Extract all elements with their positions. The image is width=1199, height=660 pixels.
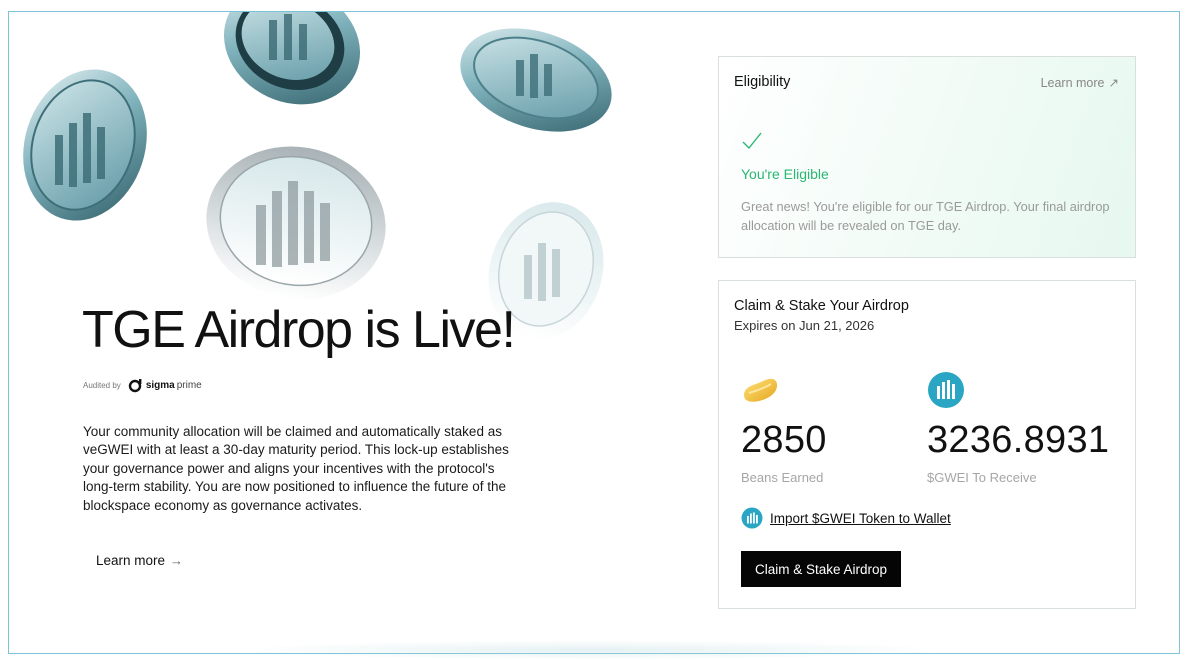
- eligibility-card: Eligibility Learn more ↗ You're Eligible…: [718, 56, 1136, 258]
- coin-graphic: [17, 65, 152, 225]
- gwei-token-icon: [928, 372, 964, 408]
- claim-expiry: Expires on Jun 21, 2026: [734, 318, 875, 333]
- eligibility-description: Great news! You're eligible for our TGE …: [741, 199, 1110, 233]
- arrow-right-icon: →: [170, 553, 184, 568]
- audited-by-label: Audited by: [83, 380, 121, 390]
- page-frame: TGE Airdrop is Live! Audited by sigma pri…: [8, 11, 1180, 654]
- sigma-logo-text-light: prime: [176, 379, 202, 391]
- sigma-logo-text-bold: sigma: [145, 379, 175, 391]
- page-title: TGE Airdrop is Live!: [82, 301, 516, 359]
- gwei-token-icon: [741, 507, 763, 529]
- sigma-prime-logo: sigma prime: [128, 377, 202, 393]
- learn-more-link[interactable]: Learn more →: [96, 553, 183, 568]
- eligibility-learn-more-label: Learn more: [1040, 75, 1105, 90]
- coin-graphic: [454, 26, 619, 136]
- gwei-value: 3236.8931: [927, 419, 1110, 461]
- claim-stake-button[interactable]: Claim & Stake Airdrop: [741, 551, 902, 587]
- learn-more-label: Learn more: [96, 553, 166, 568]
- beans-value: 2850: [741, 419, 827, 461]
- hero-description: Your community allocation will be claime…: [83, 424, 509, 513]
- eligibility-title: Eligibility: [734, 74, 791, 90]
- check-icon: [742, 132, 762, 150]
- audit-badge: Audited by sigma prime: [83, 377, 202, 393]
- bottom-shadow: [230, 640, 950, 660]
- eligibility-status: You're Eligible: [741, 166, 829, 182]
- import-token-link[interactable]: Import $GWEI Token to Wallet: [741, 507, 951, 529]
- gwei-stat: 3236.8931 $GWEI To Receive: [927, 371, 1109, 485]
- claim-card: Claim & Stake Your Airdrop Expires on Ju…: [718, 280, 1136, 609]
- claim-title: Claim & Stake Your Airdrop: [734, 298, 909, 314]
- coin-graphic: [214, 12, 364, 118]
- gwei-label: $GWEI To Receive: [927, 470, 1037, 485]
- eligibility-learn-more-link[interactable]: Learn more ↗: [1040, 75, 1119, 91]
- coin-graphic: [204, 145, 389, 305]
- beans-stat: 2850 Beans Earned: [741, 371, 827, 485]
- import-token-label: Import $GWEI Token to Wallet: [770, 510, 951, 526]
- sigma-logo-icon: [128, 379, 142, 393]
- beans-label: Beans Earned: [741, 470, 824, 485]
- arrow-up-right-icon: ↗: [1108, 76, 1119, 90]
- bean-icon: [744, 378, 778, 402]
